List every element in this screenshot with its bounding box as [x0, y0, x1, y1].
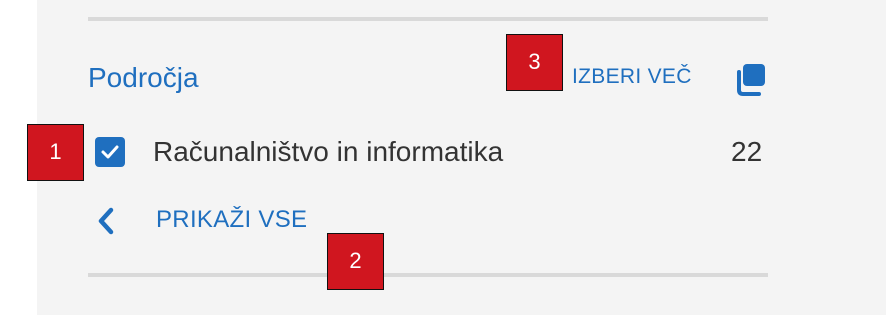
copy-icon[interactable]	[731, 60, 769, 98]
bottom-divider	[88, 273, 768, 277]
annotation-marker-3: 3	[506, 34, 563, 91]
option-count: 22	[731, 136, 763, 167]
section-title: Področja	[88, 62, 199, 93]
annotation-marker-2: 2	[327, 233, 384, 290]
chevron-left-icon	[98, 207, 114, 235]
select-more-link[interactable]: IZBERI VEČ	[572, 63, 692, 91]
option-checkbox[interactable]	[95, 137, 125, 167]
check-icon	[101, 145, 119, 159]
top-divider	[88, 17, 768, 21]
annotation-marker-1: 1	[27, 124, 84, 181]
show-all-label: PRIKAŽI VSE	[156, 206, 308, 233]
option-label[interactable]: Računalništvo in informatika	[153, 135, 503, 169]
